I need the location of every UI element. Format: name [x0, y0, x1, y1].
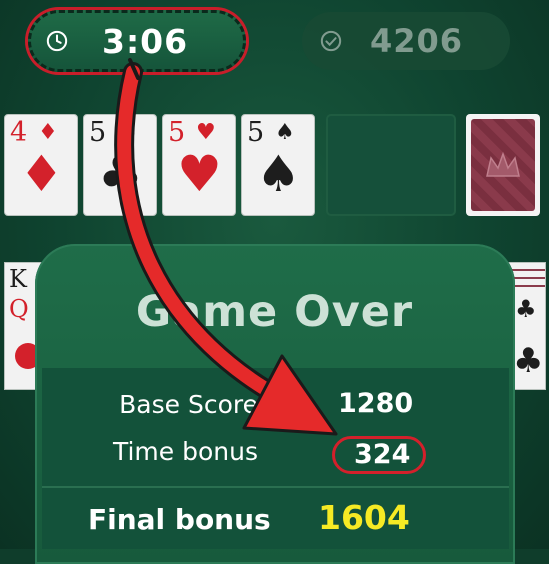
- annotation-arrow: [114, 58, 338, 436]
